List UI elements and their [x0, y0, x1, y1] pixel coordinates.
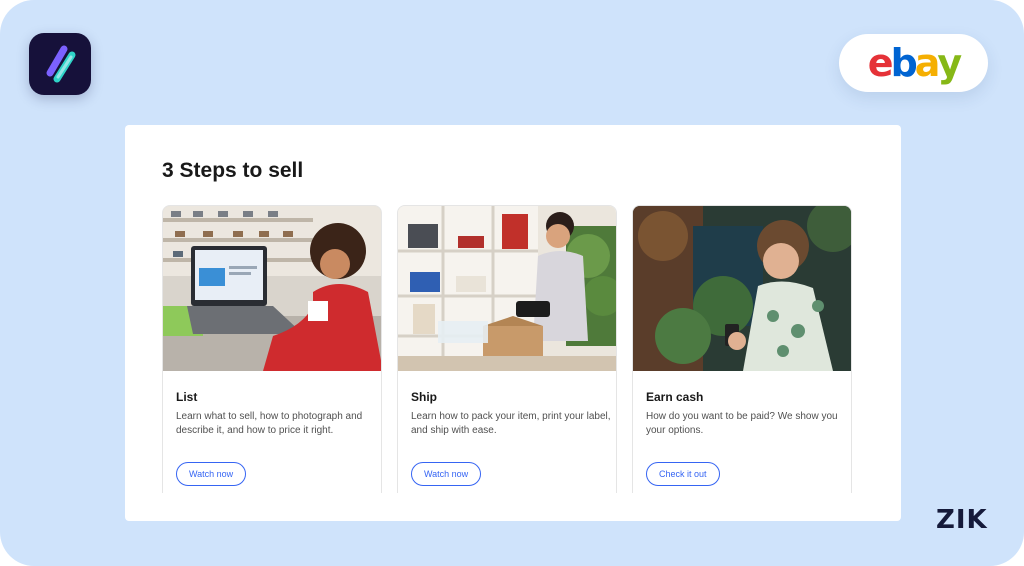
- steps-panel: 3 Steps to sell List Learn what to sell,…: [125, 125, 901, 521]
- panel-title: 3 Steps to sell: [162, 159, 304, 182]
- person-checking-phone-photo: [633, 206, 851, 371]
- background-frame: ebay 3 Steps to sell List Learn what to …: [0, 0, 1024, 566]
- ebay-letter-e: e: [867, 41, 894, 85]
- ebay-logo-badge: ebay: [839, 34, 988, 92]
- card-title: Ship: [411, 390, 437, 404]
- watch-now-button[interactable]: Watch now: [176, 462, 247, 486]
- ebay-letter-b: b: [890, 41, 918, 85]
- zik-watermark: ZIK: [936, 505, 988, 535]
- app-logo-icon: [29, 33, 91, 95]
- card-description: Learn what to sell, how to photograph an…: [176, 411, 363, 436]
- person-packing-ebay-box-photo: [398, 206, 616, 371]
- step-card-earn-cash: Earn cash How do you want to be paid? We…: [632, 205, 852, 493]
- ebay-letter-a: a: [914, 41, 941, 85]
- person-listing-on-laptop-photo: [163, 206, 381, 371]
- ebay-logo: ebay: [867, 41, 962, 85]
- watch-now-button[interactable]: Watch now: [411, 462, 482, 486]
- step-card-ship: Ship Learn how to pack your item, print …: [397, 205, 617, 493]
- card-title: Earn cash: [646, 390, 704, 404]
- card-description: How do you want to be paid? We show you …: [646, 411, 838, 436]
- step-card-list: List Learn what to sell, how to photogra…: [162, 205, 382, 493]
- card-description: Learn how to pack your item, print your …: [411, 411, 611, 436]
- check-it-out-button[interactable]: Check it out: [646, 462, 720, 486]
- card-title: List: [176, 390, 198, 404]
- ebay-letter-y: y: [937, 41, 962, 85]
